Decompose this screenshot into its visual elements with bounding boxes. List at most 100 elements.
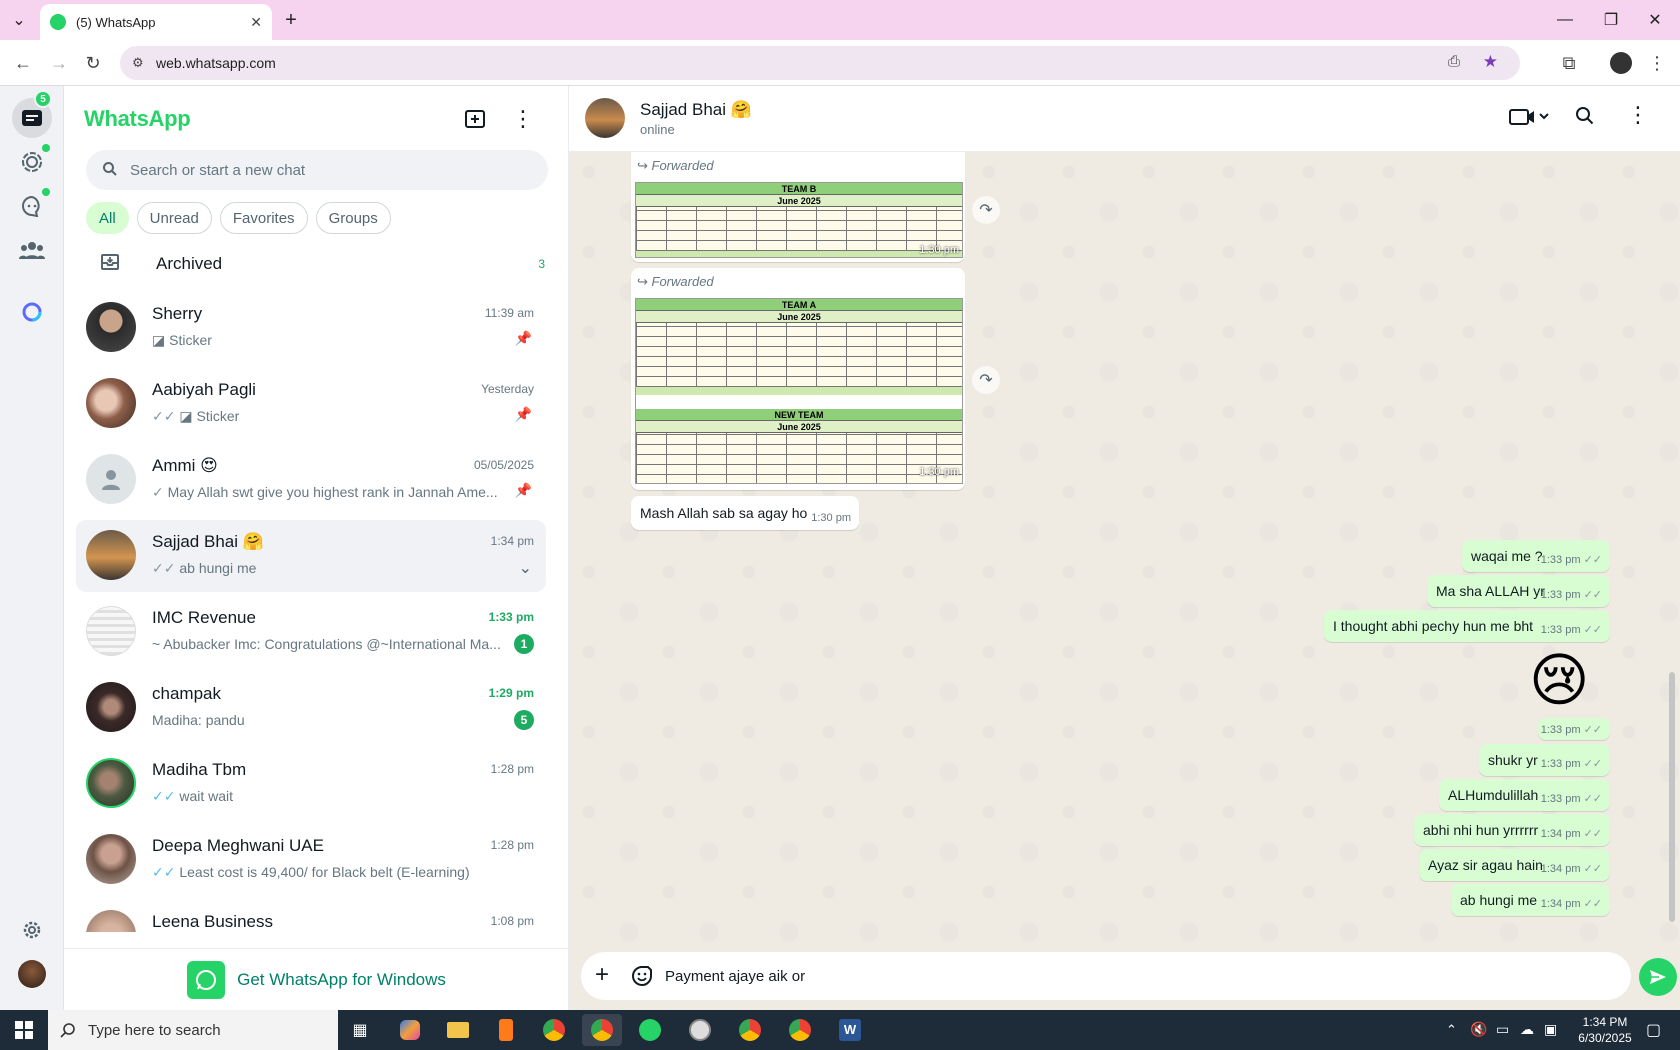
close-window-icon[interactable]: ✕ xyxy=(1640,6,1670,34)
outgoing-message[interactable]: Ayaz sir agau hain 1:34 pm ✓✓ xyxy=(1419,849,1610,881)
menu-kebab-icon[interactable]: ⋮ xyxy=(512,106,534,132)
image-message[interactable]: ↪ Forwarded TEAM B June 2025 1:30 pm xyxy=(631,152,965,262)
battery-icon[interactable]: ▣ xyxy=(1544,1021,1557,1038)
chrome-profile-icon[interactable] xyxy=(730,1014,770,1046)
archived-row[interactable]: Archived 3 xyxy=(64,240,569,288)
notifications-icon[interactable]: ▢ xyxy=(1646,1020,1661,1040)
reload-icon[interactable]: ↻ xyxy=(80,50,106,76)
bookmark-star-icon[interactable]: ★ xyxy=(1483,52,1498,72)
chat-time: 05/05/2025 xyxy=(473,458,534,472)
outgoing-message[interactable]: shukr yr 1:33 pm ✓✓ xyxy=(1479,744,1610,776)
forward-share-icon[interactable]: ↷ xyxy=(972,366,1000,394)
chat-item-deepa-meghwani[interactable]: Deepa Meghwani UAE 1:28 pm ✓✓ Least cost… xyxy=(76,824,546,896)
chat-item-ammi[interactable]: Ammi 😍 05/05/2025 ✓ May Allah swt give y… xyxy=(76,444,546,516)
taskbar-search-input[interactable]: Type here to search xyxy=(48,1010,338,1050)
profile-avatar[interactable] xyxy=(1608,50,1634,76)
network-icon[interactable]: ▭ xyxy=(1496,1021,1509,1038)
communities-icon[interactable] xyxy=(12,230,52,270)
install-app-icon[interactable]: ⎙ xyxy=(1448,53,1460,70)
outgoing-message[interactable]: ALHumdulillah 1:33 pm ✓✓ xyxy=(1439,779,1610,811)
conversation-menu-icon[interactable]: ⋮ xyxy=(1627,102,1649,128)
new-tab-icon[interactable]: + xyxy=(276,6,306,34)
emoji-sticker-icon[interactable] xyxy=(631,965,653,992)
restore-icon[interactable]: ❐ xyxy=(1596,6,1626,34)
chat-time: 11:39 am xyxy=(484,306,534,320)
chrome-icon[interactable] xyxy=(534,1014,574,1046)
browser-address-bar: ← → ↻ ⚙ web.whatsapp.com ⎙ ★ ⧉ ⋮ xyxy=(0,40,1680,86)
back-icon[interactable]: ← xyxy=(10,50,36,76)
tab-search-chevron-icon[interactable]: ⌄ xyxy=(4,6,34,34)
browser-tab-whatsapp[interactable]: (5) WhatsApp ✕ xyxy=(40,4,272,40)
outgoing-message[interactable]: waqai me ? 1:33 pm ✓✓ xyxy=(1462,540,1610,572)
attach-plus-icon[interactable]: + xyxy=(595,962,609,988)
chat-item-madiha-tbm[interactable]: Madiha Tbm 1:28 pm ✓✓ wait wait xyxy=(76,748,546,820)
meta-ai-icon[interactable] xyxy=(12,292,52,332)
nav-rail: 5 xyxy=(0,86,64,1010)
chrome-profile-2-icon[interactable] xyxy=(780,1014,820,1046)
video-call-icon[interactable] xyxy=(1509,106,1549,133)
message-meta: 1:33 pm ✓✓ xyxy=(1540,554,1602,566)
chat-item-sajjad-bhai[interactable]: Sajjad Bhai 🤗 1:34 pm ✓✓ ab hungi me ⌄ xyxy=(76,520,546,592)
search-placeholder: Search or start a new chat xyxy=(130,161,306,179)
taskbar-clock[interactable]: 1:34 PM 6/30/2025 xyxy=(1570,1014,1640,1046)
send-button[interactable] xyxy=(1639,958,1677,996)
windows-start-icon[interactable] xyxy=(0,1010,48,1050)
chat-item-aabiyah-pagli[interactable]: Aabiyah Pagli Yesterday ✓✓ ◪ Sticker 📌 xyxy=(76,368,546,440)
search-input[interactable]: Search or start a new chat xyxy=(86,150,548,190)
get-whatsapp-windows-banner[interactable]: Get WhatsApp for Windows xyxy=(64,948,569,1010)
url-field[interactable]: ⚙ web.whatsapp.com ⎙ ★ xyxy=(120,46,1520,80)
whatsapp-taskbar-icon[interactable] xyxy=(630,1014,670,1046)
image-message[interactable]: ↪ Forwarded TEAM A June 2025 NEW TEAM Ju… xyxy=(631,268,965,490)
double-tick-icon: ✓✓ xyxy=(1583,589,1602,601)
double-tick-icon: ✓✓ xyxy=(1583,863,1602,875)
message-meta: 1:34 pm ✓✓ xyxy=(1540,863,1602,875)
avatar xyxy=(86,302,136,352)
outgoing-message[interactable]: Ma sha ALLAH yr 1:33 pm ✓✓ xyxy=(1427,575,1610,607)
outgoing-message[interactable]: ab hungi me 1:34 pm ✓✓ xyxy=(1451,884,1610,916)
message-meta: 1:34 pm ✓✓ xyxy=(1540,898,1602,910)
site-info-icon[interactable]: ⚙ xyxy=(132,55,144,71)
new-chat-icon[interactable] xyxy=(464,108,486,135)
outgoing-message[interactable]: I thought abhi pechy hun me bht 1:33 pm … xyxy=(1324,610,1610,642)
minimize-icon[interactable]: — xyxy=(1550,6,1580,34)
chat-filters: All Unread Favorites Groups xyxy=(86,202,391,234)
search-messages-icon[interactable] xyxy=(1575,106,1595,131)
outgoing-message[interactable]: 1:33 pm ✓✓ xyxy=(1538,718,1610,740)
outgoing-message[interactable]: abhi nhi hun yrrrrrr 1:34 pm ✓✓ xyxy=(1414,814,1610,846)
conversation-header[interactable]: Sajjad Bhai 🤗 online ⋮ xyxy=(569,86,1680,152)
weather-icon[interactable]: ☁ xyxy=(1520,1021,1534,1038)
chat-preview: ✓✓ ab hungi me xyxy=(152,560,257,576)
filter-all[interactable]: All xyxy=(86,202,129,234)
message-input[interactable]: Payment ajaye aik or xyxy=(665,968,805,985)
volume-icon[interactable]: 🔇 xyxy=(1470,1021,1487,1038)
task-view-icon[interactable]: ▦ xyxy=(340,1014,380,1046)
tray-chevron-icon[interactable]: ⌃ xyxy=(1446,1022,1457,1038)
message-text: ALHumdulillah xyxy=(1448,787,1539,803)
messages-scrollbar[interactable] xyxy=(1669,672,1675,922)
filter-groups[interactable]: Groups xyxy=(315,202,391,234)
extensions-icon[interactable]: ⧉ xyxy=(1556,50,1582,76)
word-icon[interactable]: W xyxy=(830,1014,870,1046)
channels-new-dot xyxy=(42,188,50,196)
forward-share-icon[interactable]: ↷ xyxy=(972,196,1000,224)
settings-gear-icon[interactable] xyxy=(12,910,52,950)
filter-favorites[interactable]: Favorites xyxy=(219,202,308,234)
taskbar-app-icon[interactable] xyxy=(486,1014,526,1046)
compose-box[interactable]: + Payment ajaye aik or xyxy=(581,952,1631,1000)
chat-item-imc-revenue[interactable]: IMC Revenue 1:33 pm ~ Abubacker Imc: Con… xyxy=(76,596,546,668)
chevron-down-icon[interactable]: ⌄ xyxy=(519,558,532,578)
contact-avatar[interactable] xyxy=(585,98,625,138)
file-explorer-icon[interactable] xyxy=(438,1014,478,1046)
chat-item-leena-business[interactable]: Leena Business 1:08 pm xyxy=(76,900,546,932)
clock-app-icon[interactable] xyxy=(680,1014,720,1046)
filter-unread[interactable]: Unread xyxy=(136,202,212,234)
close-tab-icon[interactable]: ✕ xyxy=(250,14,262,31)
chrome-active-icon[interactable] xyxy=(582,1014,622,1046)
my-profile-avatar[interactable] xyxy=(12,954,52,994)
browser-menu-icon[interactable]: ⋮ xyxy=(1644,50,1670,76)
copilot-icon[interactable] xyxy=(390,1014,430,1046)
forward-icon[interactable]: → xyxy=(46,50,72,76)
chat-item-champak[interactable]: champak 1:29 pm Madiha: pandu 5 xyxy=(76,672,546,744)
chat-item-sherry[interactable]: Sherry 11:39 am ◪ Sticker 📌 xyxy=(76,292,546,364)
incoming-message[interactable]: Mash Allah sab sa agay ho 1:30 pm xyxy=(631,496,859,530)
